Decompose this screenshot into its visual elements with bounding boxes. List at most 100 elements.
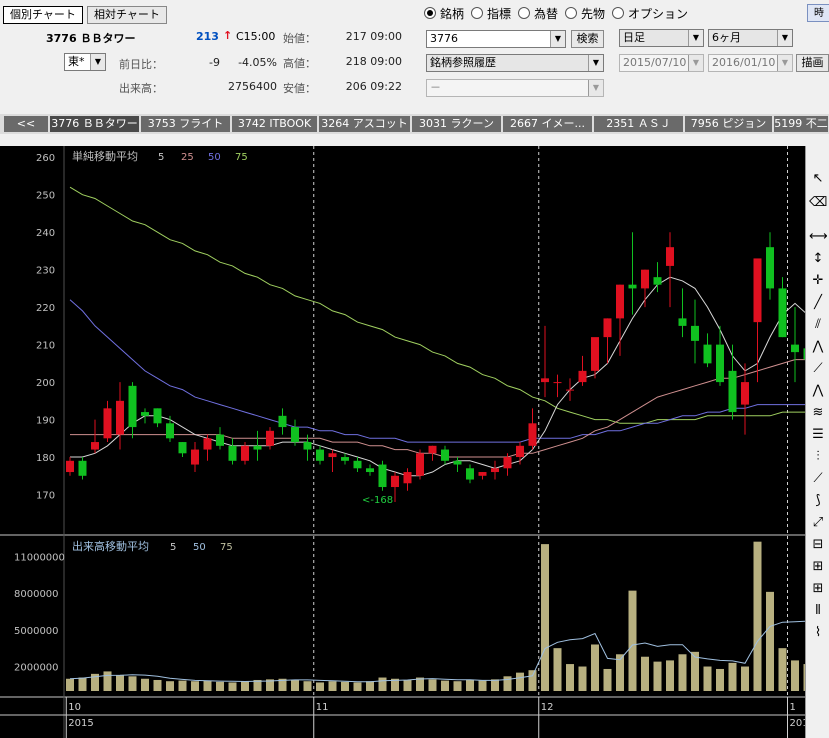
- volume-bar: [578, 666, 587, 691]
- candle-body: [603, 318, 612, 338]
- stock-tab[interactable]: 3264 アスコット: [319, 116, 411, 132]
- stock-tab[interactable]: 2351 ＡＳＪ: [594, 116, 684, 132]
- period-4-icon[interactable]: ⊞: [809, 580, 827, 598]
- period-3-icon[interactable]: ⊞: [809, 558, 827, 576]
- volume-bar: [541, 544, 549, 691]
- candle-body: [141, 412, 149, 416]
- candle-body: [366, 468, 374, 473]
- channel-icon[interactable]: ≋: [809, 404, 827, 422]
- cursor-icon[interactable]: ↖: [809, 170, 827, 188]
- stock-tab[interactable]: 2667 イメー...: [503, 116, 593, 132]
- period-type-select[interactable]: 日足 ▼: [619, 29, 704, 47]
- stock-tab[interactable]: 3742 ITBOOK: [232, 116, 318, 132]
- candle-body: [166, 423, 174, 439]
- gann-fan-icon[interactable]: ⋀: [809, 382, 827, 400]
- to-date-input[interactable]: 2016/01/10 ▼: [708, 54, 793, 72]
- fibonacci-extension-icon[interactable]: ⫶: [809, 448, 827, 466]
- history-select[interactable]: 銘柄参照履歴 ▼: [426, 54, 604, 72]
- volume-bar: [628, 590, 637, 691]
- regression-icon[interactable]: ⤢: [809, 514, 827, 532]
- candle-body: [578, 370, 587, 383]
- volume-bar: [641, 656, 649, 691]
- high-value: 218 09:00: [345, 55, 402, 68]
- candle-body: [541, 378, 549, 383]
- volume-bar: [166, 681, 174, 691]
- tab-relative-chart[interactable]: 相対チャート: [87, 6, 167, 24]
- stock-tab[interactable]: 7956 ピジョン: [685, 116, 773, 132]
- chevron-down-icon: ▼: [550, 31, 565, 47]
- volume-value: 2756400: [228, 80, 277, 93]
- price-tick-label: 190: [36, 416, 55, 427]
- candle-body: [341, 457, 349, 461]
- cycle-lines-icon[interactable]: ⦀: [809, 602, 827, 620]
- radio-selected-icon: [424, 7, 436, 19]
- radio-options[interactable]: オプション: [612, 5, 688, 22]
- stock-tab[interactable]: 5199 不二: [774, 116, 829, 132]
- sub-select[interactable]: － ▼: [426, 79, 604, 97]
- parallel-line-icon[interactable]: ⫽: [809, 316, 827, 334]
- candle-body: [328, 453, 337, 458]
- volume-bar: [403, 679, 412, 691]
- volume-tick-label: 11000000: [14, 552, 65, 563]
- candle-body: [628, 284, 637, 289]
- volume-bar: [291, 679, 299, 691]
- cross-line-icon[interactable]: ✛: [809, 272, 827, 290]
- stock-tab[interactable]: 3031 ラクーン: [412, 116, 502, 132]
- zigzag-icon[interactable]: ⌇: [809, 624, 827, 642]
- radio-index[interactable]: 指標: [471, 5, 511, 22]
- time-button[interactable]: 時: [807, 4, 829, 22]
- volume-bar: [203, 680, 212, 691]
- arc-icon[interactable]: ⟆: [809, 492, 827, 510]
- chevron-down-icon: ▼: [588, 80, 603, 96]
- candle-body: [778, 288, 787, 338]
- price-tick-label: 210: [36, 341, 55, 352]
- candle-body: [678, 318, 687, 326]
- candle-body: [553, 382, 562, 384]
- radio-forex[interactable]: 為替: [518, 5, 558, 22]
- vol-ma75-legend: 75: [220, 542, 233, 553]
- radio-stock[interactable]: 銘柄: [424, 5, 464, 22]
- change-label: 前日比：: [119, 58, 163, 71]
- price-tick-label: 220: [36, 303, 55, 314]
- fan-line-icon[interactable]: ⋀: [809, 338, 827, 356]
- draw-button[interactable]: 描画: [796, 54, 829, 72]
- candle-body: [291, 427, 299, 443]
- radio-label: 指標: [487, 7, 512, 21]
- volume-bar: [778, 648, 787, 691]
- stock-tab[interactable]: 3753 フライト: [141, 116, 231, 132]
- range-select[interactable]: 6ヶ月 ▼: [708, 29, 793, 47]
- tab-individual-chart[interactable]: 個別チャート: [3, 6, 83, 24]
- stock-code-input[interactable]: 3776 ▼: [426, 30, 566, 48]
- line-segment-icon[interactable]: ⟋: [809, 470, 827, 488]
- horizontal-line-icon[interactable]: ⟷: [809, 228, 828, 246]
- candle-body: [753, 258, 762, 323]
- trend-line-icon[interactable]: ╱: [809, 294, 827, 312]
- candle-body: [491, 468, 499, 473]
- candle-body: [641, 269, 649, 289]
- chevron-down-icon: ▼: [588, 55, 603, 71]
- volume-bar: [528, 670, 537, 691]
- candle-body: [528, 423, 537, 446]
- from-date-input[interactable]: 2015/07/10 ▼: [619, 54, 704, 72]
- eraser-icon[interactable]: ⌫: [809, 194, 827, 212]
- vertical-line-icon[interactable]: ↕: [809, 250, 827, 268]
- candle-body: [153, 408, 162, 424]
- search-button[interactable]: 検索: [571, 30, 604, 48]
- volume-bar: [153, 679, 162, 691]
- market-select[interactable]: 東* ▼: [64, 53, 106, 71]
- stock-tab-bar: << 3776 ＢＢタワー 3753 フライト 3742 ITBOOK 3264…: [0, 114, 829, 134]
- current-price: 213: [196, 30, 219, 43]
- candle-body: [241, 445, 249, 461]
- stock-tab[interactable]: 3776 ＢＢタワー: [50, 116, 140, 132]
- range-icon[interactable]: ⊟: [809, 536, 827, 554]
- month-label: 11: [316, 702, 329, 713]
- tab-prev-button[interactable]: <<: [4, 116, 49, 132]
- candle-body: [303, 442, 312, 450]
- stock-chart[interactable]: 260 250 240 230 220 210 200 190 180 170 11000000 8…: [0, 146, 805, 738]
- fibonacci-fan-icon[interactable]: ⟋: [809, 360, 827, 378]
- price-tick-label: 240: [36, 228, 55, 239]
- volume-bar: [353, 682, 362, 691]
- volume-bar: [341, 681, 349, 691]
- fibonacci-retracement-icon[interactable]: ☰: [809, 426, 827, 444]
- radio-futures[interactable]: 先物: [565, 5, 605, 22]
